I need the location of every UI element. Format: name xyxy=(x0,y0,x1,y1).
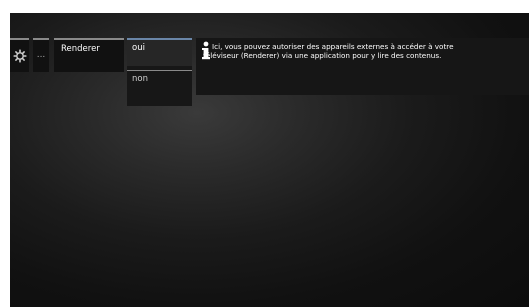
renderer-label: Renderer xyxy=(61,44,100,54)
info-text: Ici, vous pouvez autoriser des appareils… xyxy=(203,42,454,61)
option-non-label: non xyxy=(132,74,148,84)
tv-screen: ... Renderer oui non Ici, vous pouvez au… xyxy=(10,13,529,307)
settings-menu-item[interactable] xyxy=(10,38,29,72)
option-oui-label: oui xyxy=(132,43,145,53)
option-divider xyxy=(127,70,192,71)
gear-icon xyxy=(13,49,27,63)
info-panel: Ici, vous pouvez autoriser des appareils… xyxy=(196,38,529,95)
more-label: ... xyxy=(36,50,46,60)
option-non[interactable]: non xyxy=(127,74,192,100)
option-list: oui non xyxy=(127,38,192,106)
option-oui[interactable]: oui xyxy=(127,38,192,66)
renderer-menu-item[interactable]: Renderer xyxy=(54,38,124,72)
more-menu-item[interactable]: ... xyxy=(33,38,49,72)
